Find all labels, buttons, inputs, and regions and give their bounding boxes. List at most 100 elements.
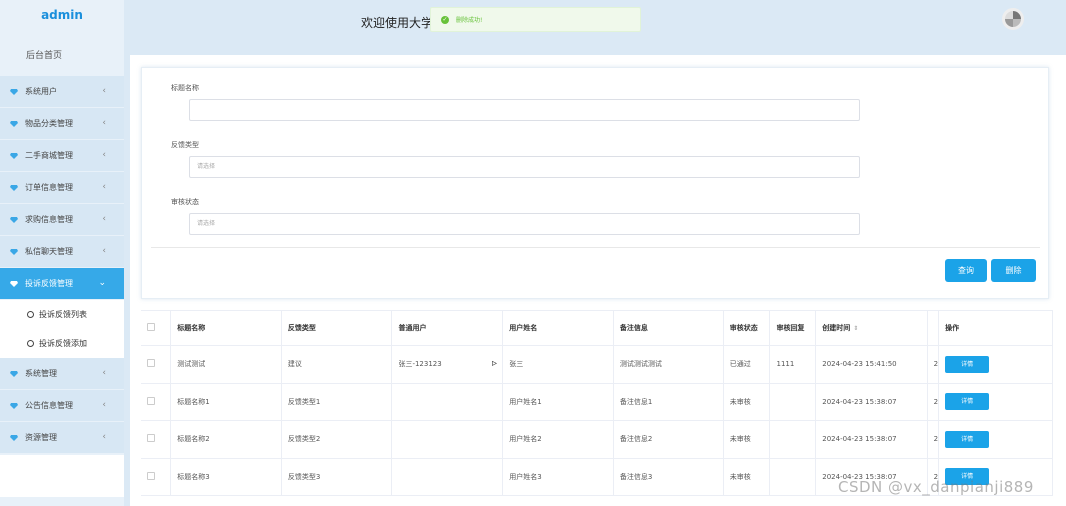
table-cell — [769, 458, 817, 496]
table-row: 标题名称2 反馈类型2 用户姓名2 备注信息2 未审核 2024-04-23 15:38:… — [141, 420, 1053, 459]
diamond-icon — [10, 216, 18, 223]
sidebar-item[interactable]: 公告信息管理 ‹ — [0, 390, 124, 421]
sidebar-item[interactable]: 系统用户 ‹ — [0, 76, 124, 107]
table-row: 标题名称1 反馈类型1 用户姓名1 备注信息1 未审核 2024-04-23 15:38:… — [141, 383, 1053, 421]
table-cell: 张三-123123 — [391, 345, 504, 384]
sidebar-item[interactable]: 二手商城管理 ‹ — [0, 140, 124, 171]
sort-icon[interactable]: ⇕ — [853, 325, 858, 332]
table-cell — [769, 420, 817, 459]
column-header: 审核状态 — [723, 310, 771, 346]
avatar[interactable] — [1002, 8, 1024, 30]
table-cell: 2 — [927, 420, 940, 459]
sidebar-item-label: 资源管理 — [25, 433, 57, 442]
chevron-left-icon: ‹ — [102, 182, 106, 192]
mouse-cursor-icon: ▹ — [492, 358, 498, 369]
diamond-icon — [10, 120, 18, 127]
sidebar-item-label: 订单信息管理 — [25, 183, 73, 192]
query-button[interactable]: 查询 — [945, 259, 987, 282]
sidebar-item-label: 二手商城管理 — [25, 151, 73, 160]
row-checkbox[interactable] — [147, 434, 155, 443]
table-cell: 标题名称1 — [170, 383, 282, 421]
status-select[interactable]: 请选择 — [189, 213, 860, 235]
table-cell: 用户姓名3 — [502, 458, 614, 496]
column-header — [927, 310, 940, 346]
table-cell: 反馈类型1 — [281, 383, 393, 421]
sidebar-item[interactable]: 私信聊天管理 ‹ — [0, 236, 124, 267]
column-header-label: 标题名称 — [177, 324, 206, 332]
row-select-cell — [141, 345, 172, 384]
column-header[interactable]: 创建时间 ⇕ — [815, 310, 928, 346]
select-all-checkbox[interactable] — [147, 323, 155, 331]
table-cell: 建议 — [281, 345, 393, 384]
chevron-left-icon: ‹ — [102, 214, 106, 224]
diamond-icon — [10, 280, 18, 287]
column-header-label: 审核回复 — [776, 324, 805, 332]
column-header: 审核回复 — [769, 310, 817, 346]
status-label: 审核状态 — [171, 198, 199, 206]
page-title: 欢迎使用大学 — [361, 16, 434, 30]
sidebar-item[interactable]: 求购信息管理 ‹ — [0, 204, 124, 235]
table-cell: 2 — [927, 345, 940, 384]
table-cell: 备注信息1 — [613, 383, 724, 421]
sidebar-subitem-label: 投诉反馈列表 — [39, 310, 87, 319]
sidebar-item-label: 物品分类管理 — [25, 119, 73, 128]
table-cell — [391, 383, 504, 421]
type-select[interactable]: 请选择 — [189, 156, 860, 178]
sidebar-item[interactable]: 资源管理 ‹ — [0, 422, 124, 453]
sidebar-item[interactable]: 订单信息管理 ‹ — [0, 172, 124, 203]
row-select-cell — [141, 458, 172, 496]
column-header-label: 普通用户 — [398, 324, 427, 332]
circle-icon — [27, 340, 34, 347]
sidebar-subitem-label: 投诉反馈添加 — [39, 339, 87, 348]
detail-button[interactable]: 详情 — [945, 430, 990, 448]
column-header: 用户姓名 — [502, 310, 614, 346]
diamond-icon — [10, 370, 18, 377]
column-header-label: 用户姓名 — [509, 324, 538, 332]
success-toast: ✓ 删除成功! — [430, 7, 641, 32]
sidebar-item-label: 求购信息管理 — [25, 215, 73, 224]
column-header: 标题名称 — [170, 310, 282, 346]
row-checkbox[interactable] — [147, 396, 155, 405]
table-cell — [769, 383, 817, 421]
sidebar-subitem[interactable]: 投诉反馈添加 — [0, 329, 124, 358]
table-cell: 2024-04-23 15:41:50 — [815, 345, 928, 384]
sidebar-item-home[interactable]: 后台首页 — [0, 36, 124, 76]
brand-logo: admin — [41, 8, 83, 22]
chevron-left-icon: ‹ — [102, 432, 106, 442]
chevron-left-icon: ‹ — [102, 150, 106, 160]
title-label: 标题名称 — [171, 84, 199, 92]
sidebar-item[interactable]: 系统管理 ‹ — [0, 358, 124, 389]
chevron-down-icon: ⌄ — [98, 278, 106, 288]
diamond-icon — [10, 248, 18, 255]
table-row: 测试测试 建议 张三-123123 张三 测试测试测试 已通过 1111 2024-04-23… — [141, 345, 1053, 384]
chevron-left-icon: ‹ — [102, 118, 106, 128]
sidebar-item-feedback[interactable]: 投诉反馈管理 ⌄ — [0, 268, 124, 299]
diamond-icon — [10, 434, 18, 441]
detail-button[interactable]: 详情 — [945, 393, 990, 411]
column-header-label: 审核状态 — [729, 324, 758, 332]
column-header-label: 备注信息 — [619, 324, 648, 332]
title-input[interactable] — [189, 99, 860, 121]
row-checkbox[interactable] — [147, 471, 155, 480]
column-header-label: 反馈类型 — [287, 324, 316, 332]
detail-button[interactable]: 详情 — [945, 355, 990, 373]
table-cell: 测试测试 — [170, 345, 282, 384]
table-cell: 测试测试测试 — [613, 345, 724, 384]
sidebar-item[interactable]: 物品分类管理 ‹ — [0, 108, 124, 139]
check-icon: ✓ — [441, 15, 449, 24]
column-header: 普通用户 — [391, 310, 504, 346]
sidebar: admin 后台首页 系统用户 ‹ 物品分类管理 ‹ 二手商城管理 ‹ 订单信息管理 ‹ 求购信… — [0, 0, 124, 506]
divider — [151, 247, 1040, 248]
sidebar-item-label: 公告信息管理 — [25, 401, 73, 410]
table-cell: 未审核 — [723, 420, 771, 459]
column-header-label: 创建时间 — [822, 324, 851, 332]
toast-message: 删除成功! — [456, 17, 483, 24]
action-cell: 详情 — [938, 383, 1053, 421]
column-header: 备注信息 — [613, 310, 724, 346]
chevron-left-icon: ‹ — [102, 368, 106, 378]
sidebar-subitem[interactable]: 投诉反馈列表 — [0, 300, 124, 329]
delete-button[interactable]: 删除 — [991, 259, 1036, 282]
table-cell: 备注信息2 — [613, 420, 724, 459]
table-cell: 反馈类型3 — [281, 458, 393, 496]
row-checkbox[interactable] — [147, 359, 155, 368]
